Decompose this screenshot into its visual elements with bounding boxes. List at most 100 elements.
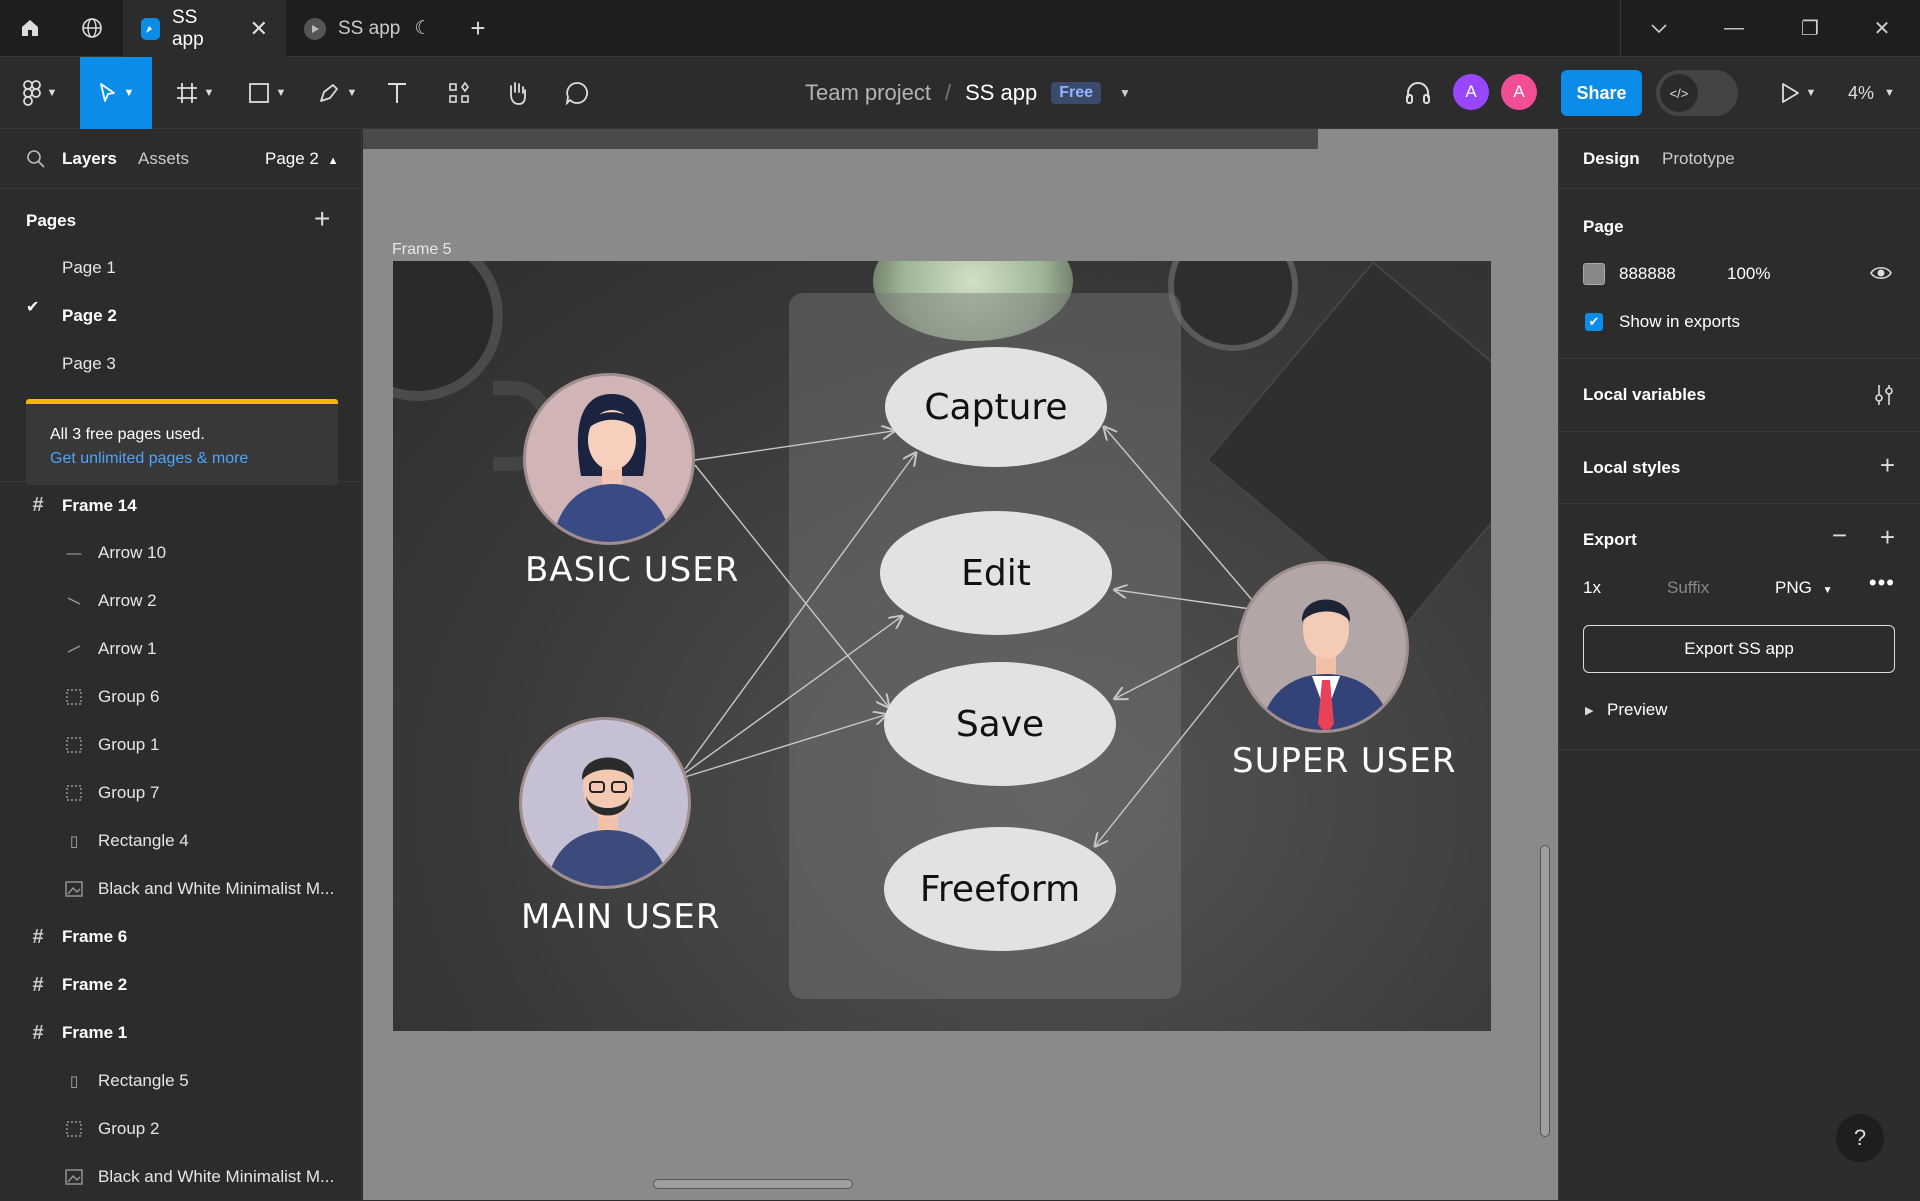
rectangle-tool[interactable]: ▼ — [237, 57, 297, 129]
rectangle-icon: ▯ — [69, 1073, 79, 1090]
add-style-plus-icon[interactable]: + — [1880, 450, 1895, 481]
breadcrumb[interactable]: Team project / SS app Free ▼ — [805, 57, 1131, 129]
chevron-down-icon: ▼ — [123, 87, 135, 99]
tab-prototype[interactable]: Prototype — [1662, 149, 1735, 169]
preview-toggle[interactable]: Preview — [1607, 700, 1667, 720]
basic-user-avatar[interactable] — [523, 373, 695, 545]
restore-icon[interactable]: ❐ — [1772, 0, 1848, 57]
image-icon — [62, 877, 86, 901]
avatar[interactable]: A — [1501, 74, 1537, 110]
use-case-save[interactable]: Save — [884, 662, 1116, 786]
dev-mode-toggle[interactable]: </> — [1656, 70, 1738, 116]
new-tab-plus-icon[interactable]: + — [458, 8, 498, 48]
tab-ss-app-active[interactable]: SS app ✕ — [123, 0, 286, 57]
arrow-basic-capture — [694, 431, 893, 461]
actor-label-super-user: SUPER USER — [1232, 741, 1457, 781]
chevron-down-icon[interactable] — [1620, 0, 1696, 57]
chevron-right-icon[interactable]: ▶ — [1585, 704, 1593, 717]
search-icon[interactable] — [26, 149, 46, 174]
hand-tool[interactable] — [492, 57, 542, 129]
tab-layers[interactable]: Layers — [62, 149, 117, 169]
add-export-plus-icon[interactable]: + — [1880, 522, 1895, 553]
layer-row[interactable]: ▯ Rectangle 5 — [0, 1057, 362, 1105]
rectangle-icon: ▯ — [69, 833, 79, 850]
layer-row[interactable]: Arrow 1 — [0, 625, 362, 673]
layer-name: Arrow 2 — [98, 591, 157, 610]
page-item-1[interactable]: Page 1 — [62, 258, 116, 278]
group-icon — [62, 781, 86, 805]
layer-row[interactable]: Black and White Minimalist M... — [0, 1153, 362, 1201]
file-name[interactable]: SS app — [965, 80, 1037, 106]
close-icon[interactable]: ✕ — [250, 16, 268, 42]
layer-name: Rectangle 5 — [98, 1071, 189, 1090]
export-format-select[interactable]: PNG ▼ — [1775, 578, 1832, 598]
layer-name: Group 1 — [98, 735, 160, 754]
layer-name: Group 7 — [98, 783, 160, 802]
layer-row[interactable]: # Frame 14 — [0, 481, 362, 529]
chevron-down-icon[interactable]: ▼ — [1119, 86, 1131, 100]
layer-row[interactable]: # Frame 6 — [0, 913, 362, 961]
frame-5[interactable]: Capture Edit Save Freeform BASIC USER MA… — [393, 261, 1491, 1031]
headphones-icon[interactable] — [1398, 57, 1438, 129]
present-button[interactable]: ▼ — [1768, 57, 1828, 129]
pages-title: Pages — [26, 211, 77, 230]
text-tool[interactable] — [372, 57, 422, 129]
upgrade-link[interactable]: Get unlimited pages & more — [50, 450, 248, 468]
avatar[interactable]: A — [1453, 74, 1489, 110]
export-button[interactable]: Export SS app — [1583, 625, 1895, 673]
minimize-icon[interactable]: — — [1696, 0, 1772, 57]
layer-row[interactable]: Arrow 2 — [0, 577, 362, 625]
main-menu-button[interactable]: ▼ — [10, 57, 70, 129]
layer-row[interactable]: Black and White Minimalist M... — [0, 865, 362, 913]
more-options-icon[interactable]: ••• — [1869, 570, 1895, 596]
horizontal-scrollbar[interactable] — [653, 1179, 853, 1189]
export-scale-select[interactable]: 1x — [1583, 578, 1601, 598]
help-button[interactable]: ? — [1836, 1114, 1884, 1162]
tab-design[interactable]: Design — [1583, 149, 1640, 169]
frame-label[interactable]: Frame 5 — [392, 241, 452, 259]
window-close-icon[interactable]: ✕ — [1844, 0, 1920, 57]
layer-row[interactable]: Group 7 — [0, 769, 362, 817]
move-tool[interactable]: ▼ — [80, 57, 152, 129]
page-item-3[interactable]: Page 3 — [62, 354, 116, 374]
home-icon[interactable] — [10, 8, 50, 48]
layer-row[interactable]: Group 6 — [0, 673, 362, 721]
use-case-edit[interactable]: Edit — [880, 511, 1112, 635]
export-suffix-input[interactable]: Suffix — [1667, 578, 1709, 598]
globe-icon[interactable] — [72, 8, 112, 48]
components-tool[interactable] — [434, 57, 484, 129]
sliders-icon[interactable] — [1873, 383, 1895, 412]
page-section: Page 888888 100% ✔ Show in exports — [1559, 189, 1920, 359]
main-user-avatar[interactable] — [519, 717, 691, 889]
page-selector[interactable]: Page 2 ▲ — [265, 149, 339, 169]
zoom-menu[interactable]: 4% ▼ — [1848, 57, 1895, 129]
page-color-swatch[interactable] — [1583, 263, 1605, 285]
layer-row[interactable]: # Frame 1 — [0, 1009, 362, 1057]
layer-row[interactable]: — Arrow 10 — [0, 529, 362, 577]
vertical-scrollbar[interactable] — [1540, 845, 1550, 1137]
use-case-capture[interactable]: Capture — [885, 347, 1107, 467]
comment-tool[interactable] — [550, 57, 604, 129]
add-page-plus-icon[interactable]: + — [314, 203, 330, 235]
page-item-2[interactable]: Page 2 — [62, 306, 117, 326]
tab-assets[interactable]: Assets — [138, 149, 189, 169]
page-opacity-value[interactable]: 100% — [1727, 264, 1770, 284]
team-name[interactable]: Team project — [805, 80, 931, 106]
eye-icon[interactable] — [1869, 263, 1893, 288]
page-color-value[interactable]: 888888 — [1619, 264, 1676, 284]
use-case-freeform[interactable]: Freeform — [884, 827, 1116, 951]
frame-tool[interactable]: ▼ — [165, 57, 225, 129]
local-variables-section[interactable]: Local variables — [1559, 359, 1920, 432]
super-user-avatar[interactable] — [1237, 561, 1409, 733]
chevron-down-icon: ▼ — [1884, 87, 1895, 99]
pen-tool[interactable]: ▼ — [307, 57, 367, 129]
layer-row[interactable]: ▯ Rectangle 4 — [0, 817, 362, 865]
share-button[interactable]: Share — [1561, 70, 1642, 116]
layer-row[interactable]: Group 1 — [0, 721, 362, 769]
layer-row[interactable]: # Frame 2 — [0, 961, 362, 1009]
show-in-exports-checkbox[interactable]: ✔ — [1585, 313, 1603, 331]
tab-ss-app-prototype[interactable]: SS app ☾ — [286, 0, 452, 57]
frame-icon: # — [32, 973, 44, 996]
layer-row[interactable]: Group 2 — [0, 1105, 362, 1153]
remove-export-minus-icon[interactable]: − — [1832, 520, 1847, 551]
